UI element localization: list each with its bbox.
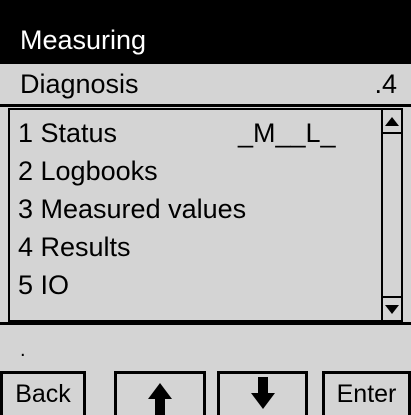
scroll-down-button[interactable] (383, 296, 401, 320)
arrow-up-icon (148, 382, 172, 415)
enter-button-label: Enter (336, 380, 397, 408)
up-button[interactable] (114, 371, 206, 415)
back-button[interactable]: Back (0, 371, 86, 415)
menu-item-label: 3 Measured values (18, 194, 247, 224)
enter-button[interactable]: Enter (322, 371, 411, 415)
menu-item-results[interactable]: 4 Results (18, 228, 378, 266)
arrow-down-icon (250, 376, 275, 409)
triangle-up-icon (385, 116, 399, 126)
back-button-label: Back (15, 380, 71, 408)
breadcrumb-index: .4 (374, 69, 397, 99)
page-title: Measuring (20, 25, 147, 55)
divider (0, 322, 411, 325)
down-button[interactable] (217, 371, 308, 415)
menu-item-io[interactable]: 5 IO (18, 266, 378, 304)
scroll-up-button[interactable] (383, 110, 401, 134)
menu-item-label: 2 Logbooks (18, 156, 158, 186)
scrollbar[interactable] (381, 110, 401, 320)
status-code: _M__L_ (238, 118, 336, 148)
breadcrumb-label: Diagnosis (20, 69, 139, 99)
menu-item-measured-values[interactable]: 3 Measured values (18, 190, 378, 228)
title-bar: Measuring (0, 0, 411, 64)
status-line: . (20, 339, 26, 361)
menu-item-status[interactable]: 1 Status _M__L_ (18, 114, 378, 152)
menu-item-logbooks[interactable]: 2 Logbooks (18, 152, 378, 190)
menu-item-label: 1 Status (18, 118, 118, 148)
menu-list-frame: 1 Status _M__L_ 2 Logbooks 3 Measured va… (8, 108, 403, 322)
triangle-down-icon (385, 304, 399, 314)
menu-item-label: 4 Results (18, 232, 131, 262)
menu-list: 1 Status _M__L_ 2 Logbooks 3 Measured va… (18, 114, 378, 304)
breadcrumb: Diagnosis .4 (0, 64, 411, 107)
menu-item-label: 5 IO (18, 270, 70, 300)
